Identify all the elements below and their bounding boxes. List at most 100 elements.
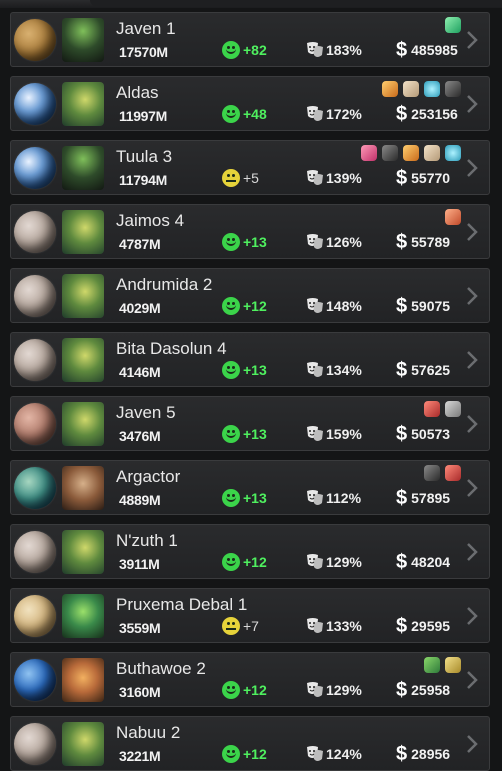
chevron-right-icon[interactable]: [463, 477, 481, 499]
credits-value: 55770: [411, 170, 451, 186]
credits-icon: $: [396, 231, 408, 253]
dark-artifact-icon: [382, 145, 398, 161]
chevron-right-icon[interactable]: [463, 221, 481, 243]
stability-value: 133%: [326, 618, 362, 634]
planet-icon: [14, 723, 56, 765]
planet-name: Pruxema Debal 1: [116, 595, 248, 614]
planet-row[interactable]: Javen 1 17570M +82 183% $485985: [10, 12, 490, 67]
chevron-right-icon[interactable]: [463, 285, 481, 307]
red-crystal-icon: [424, 401, 440, 417]
chevron-right-icon[interactable]: [463, 93, 481, 115]
credits-value: 48204: [411, 554, 451, 570]
happy-face-icon: [222, 233, 240, 251]
stability-value: 129%: [326, 554, 362, 570]
planet-icon: [14, 339, 56, 381]
planet-row[interactable]: Javen 5 3476M +13 159% $50573: [10, 396, 490, 451]
stability-value: 139%: [326, 170, 362, 186]
happiness: +13: [222, 233, 267, 251]
planet-row[interactable]: Jaimos 4 4787M +13 126% $55789: [10, 204, 490, 259]
stability: 129%: [305, 681, 362, 699]
top-bar-notch: [90, 0, 502, 6]
happiness: +13: [222, 425, 267, 443]
theater-masks-icon: [307, 234, 323, 249]
chevron-right-icon[interactable]: [463, 157, 481, 179]
chevron-right-icon[interactable]: [463, 29, 481, 51]
happy-face-icon: [222, 489, 240, 507]
red-bar-icon: [445, 209, 461, 225]
species-portrait-icon: [62, 594, 104, 638]
theater-masks-icon: [307, 682, 323, 697]
ore-icon: [424, 145, 440, 161]
planet-row[interactable]: Argactor 4889M +13 112% $57895: [10, 460, 490, 515]
stability-value: 159%: [326, 426, 362, 442]
planet-name: Javen 1: [116, 19, 176, 38]
stability-value: 148%: [326, 298, 362, 314]
resource-icons: [361, 145, 461, 161]
happiness: +13: [222, 361, 267, 379]
planet-row[interactable]: Pruxema Debal 1 3559M +7 133% $29595: [10, 588, 490, 643]
ore-icon: [403, 81, 419, 97]
chevron-right-icon[interactable]: [463, 605, 481, 627]
top-bar: [0, 0, 502, 8]
happy-face-icon: [222, 745, 240, 763]
cyan-spheres-icon: [424, 81, 440, 97]
happy-face-icon: [222, 553, 240, 571]
yellow-crate-icon: [445, 657, 461, 673]
happiness: +12: [222, 297, 267, 315]
planet-icon: [14, 211, 56, 253]
stability: 172%: [305, 105, 362, 123]
credits: $55770: [396, 168, 451, 188]
credits: $55789: [396, 231, 451, 253]
planet-row[interactable]: Buthawoe 2 3160M +12 129% $25958: [10, 652, 490, 707]
theater-masks-icon: [307, 426, 323, 441]
chevron-right-icon[interactable]: [463, 349, 481, 371]
happiness-value: +5: [243, 170, 259, 186]
credits-value: 29595: [411, 618, 451, 634]
planet-name: Buthawoe 2: [116, 659, 206, 678]
stability: 183%: [305, 41, 362, 59]
happy-face-icon: [222, 361, 240, 379]
stability-value: 134%: [326, 362, 362, 378]
stability: 129%: [305, 553, 362, 571]
population: 11794M: [119, 172, 168, 188]
population: 3559M: [119, 620, 161, 636]
credits: $28956: [396, 743, 451, 765]
chevron-right-icon[interactable]: [463, 669, 481, 691]
happiness-value: +13: [243, 362, 267, 378]
neutral-face-icon: [222, 169, 240, 187]
planet-row[interactable]: Andrumida 2 4029M +12 148% $59075: [10, 268, 490, 323]
credits-icon: $: [396, 743, 408, 765]
planet-name: Nabuu 2: [116, 723, 181, 742]
credits-icon: $: [396, 423, 408, 445]
chevron-right-icon[interactable]: [463, 733, 481, 755]
chevron-right-icon[interactable]: [463, 413, 481, 435]
species-portrait-icon: [62, 722, 104, 766]
stability-value: 126%: [326, 234, 362, 250]
planet-name: Aldas: [116, 83, 159, 102]
happiness: +12: [222, 553, 267, 571]
credits-icon: $: [396, 679, 408, 701]
chevron-right-icon[interactable]: [463, 541, 481, 563]
planet-row[interactable]: Tuula 3 11794M +5 139% $55770: [10, 140, 490, 195]
planet-name: Argactor: [116, 467, 181, 486]
planet-row[interactable]: Nabuu 2 3221M +12 124% $28956: [10, 716, 490, 771]
theater-masks-icon: [307, 618, 323, 633]
credits: $59075: [396, 296, 450, 316]
population: 3221M: [119, 748, 161, 764]
credits-value: 55789: [411, 234, 451, 250]
population: 4787M: [119, 236, 161, 252]
planet-icon: [14, 659, 56, 701]
species-portrait-icon: [62, 530, 104, 574]
stability: 139%: [305, 169, 362, 187]
planet-row[interactable]: Aldas 11997M +48 172% $253156: [10, 76, 490, 131]
credits: $57625: [396, 360, 451, 380]
credits-value: 57625: [411, 362, 451, 378]
planet-row[interactable]: Bita Dasolun 4 4146M +13 134% $57625: [10, 332, 490, 387]
species-portrait-icon: [62, 274, 104, 318]
population: 3911M: [119, 556, 160, 572]
resource-icons: [424, 401, 461, 417]
credits-value: 28956: [411, 746, 451, 762]
population: 11997M: [119, 108, 168, 124]
planet-row[interactable]: N'zuth 1 3911M +12 129% $48204: [10, 524, 490, 579]
stability: 134%: [305, 361, 362, 379]
